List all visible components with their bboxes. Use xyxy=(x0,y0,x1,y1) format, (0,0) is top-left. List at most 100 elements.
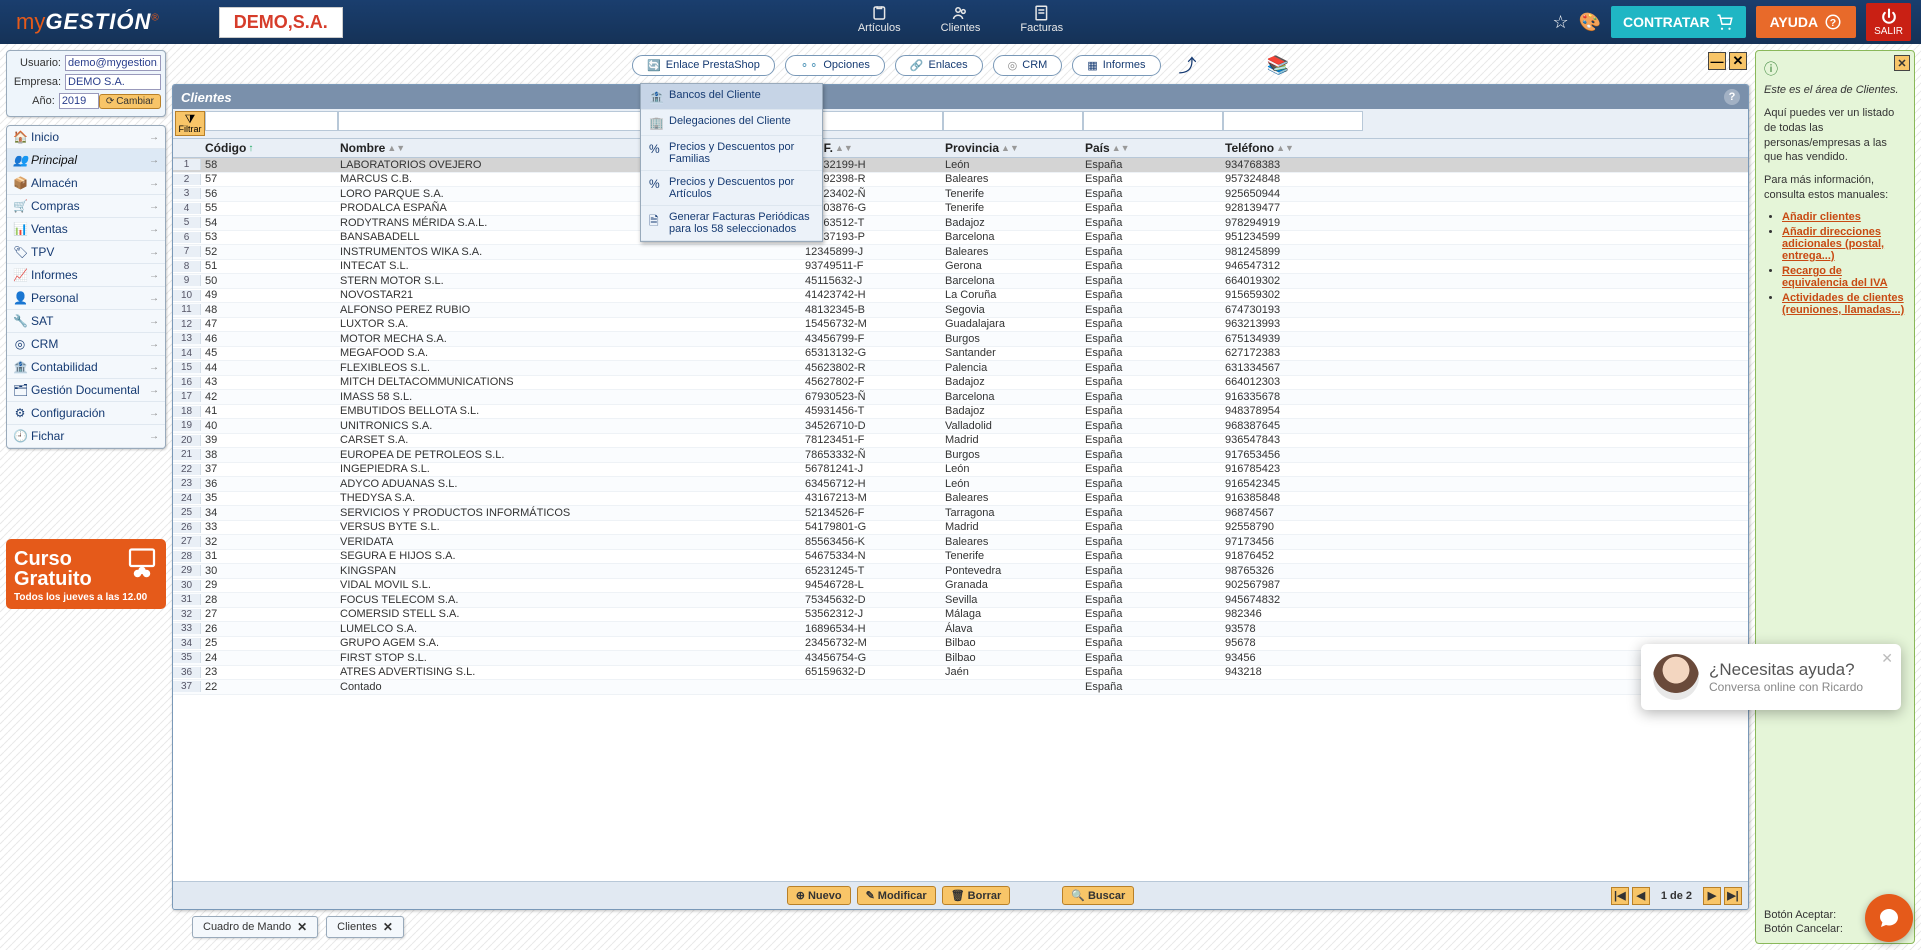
tb-opciones[interactable]: ⚬⚬Opciones xyxy=(785,55,885,76)
palette-icon[interactable]: 🎨 xyxy=(1579,12,1601,33)
help-button[interactable]: AYUDA? xyxy=(1756,6,1857,38)
sidebar-item-informes[interactable]: 📈Informes→ xyxy=(7,264,165,287)
user-label: Usuario: xyxy=(11,57,61,69)
sidebar-item-configuración[interactable]: ⚙Configuración→ xyxy=(7,402,165,425)
close-icon[interactable]: ✕ xyxy=(383,920,393,934)
star-icon[interactable]: ☆ xyxy=(1552,12,1568,33)
filter-codigo[interactable] xyxy=(205,111,338,131)
filter-telefono[interactable] xyxy=(1223,111,1363,131)
topnav-clientes[interactable]: Clientes xyxy=(941,4,981,34)
sidebar-item-almacén[interactable]: 📦Almacén→ xyxy=(7,172,165,195)
sidebar-item-gestión-documental[interactable]: 🗂Gestión Documental→ xyxy=(7,379,165,402)
top-bar: myGESTIÓN® DEMO,S.A. Artículos Clientes … xyxy=(0,0,1921,44)
avatar xyxy=(1653,654,1699,700)
topnav-facturas[interactable]: Facturas xyxy=(1020,4,1063,34)
topnav-articulos[interactable]: Artículos xyxy=(858,4,901,34)
nav-icon: 🗂 xyxy=(13,383,27,397)
tab-clientes[interactable]: Clientes✕ xyxy=(326,916,404,938)
nuevo-button[interactable]: ⊕Nuevo xyxy=(787,886,851,905)
borrar-button[interactable]: 🗑Borrar xyxy=(942,886,1011,905)
nav-icon: 👤 xyxy=(13,291,27,305)
help-intro: Este es el área de Clientes. xyxy=(1764,83,1906,98)
minimize-button[interactable]: — xyxy=(1708,52,1726,70)
help-link[interactable]: Añadir clientes xyxy=(1782,211,1861,223)
col-telefono[interactable]: Teléfono ▲▼ xyxy=(1221,139,1361,157)
chevron-right-icon: → xyxy=(149,247,159,258)
help-link[interactable]: Recargo de equivalencia del IVA xyxy=(1782,265,1888,289)
help-p2: Para más información, consulta estos man… xyxy=(1764,173,1906,203)
books-icon[interactable]: 📚 xyxy=(1267,55,1289,76)
filter-pais[interactable] xyxy=(1083,111,1223,131)
help-close-button[interactable]: ✕ xyxy=(1894,55,1910,71)
modificar-button[interactable]: ✎Modificar xyxy=(857,886,936,905)
year-input[interactable] xyxy=(59,93,99,109)
sidebar-item-tpv[interactable]: 🏷TPV→ xyxy=(7,241,165,264)
chat-close-icon[interactable]: ✕ xyxy=(1881,650,1893,667)
close-icon[interactable]: ✕ xyxy=(297,920,307,934)
sidebar-item-compras[interactable]: 🛒Compras→ xyxy=(7,195,165,218)
close-button[interactable]: ✕ xyxy=(1729,52,1747,70)
dropdown-item[interactable]: %Precios y Descuentos por Artículos xyxy=(641,171,822,206)
nav-icon: 🔧 xyxy=(13,314,27,328)
sidebar-item-fichar[interactable]: 🕘Fichar→ xyxy=(7,425,165,448)
dropdown-item[interactable]: 🗎Generar Facturas Periódicas para los 58… xyxy=(641,206,822,241)
year-label: Año: xyxy=(11,95,55,107)
user-input[interactable] xyxy=(65,55,161,71)
tb-informes[interactable]: ▦Informes xyxy=(1072,55,1160,76)
demo-badge: DEMO,S.A. xyxy=(219,7,343,38)
page-last[interactable]: ▶| xyxy=(1724,887,1742,905)
nav-icon: 📈 xyxy=(13,268,27,282)
grid-help-icon[interactable]: ? xyxy=(1724,89,1740,105)
grid-title: Clientes xyxy=(181,90,232,105)
change-button[interactable]: ⟳Cambiar xyxy=(99,94,161,109)
help-link[interactable]: Actividades de clientes (reuniones, llam… xyxy=(1782,292,1904,316)
grid-footer: ⊕Nuevo ✎Modificar 🗑Borrar 🔍Buscar |◀ ◀ 1… xyxy=(173,881,1748,909)
window-controls: — ✕ xyxy=(1708,52,1747,70)
sidebar-item-inicio[interactable]: 🏠Inicio→ xyxy=(7,126,165,149)
help-link[interactable]: Añadir direcciones adicionales (postal, … xyxy=(1782,226,1884,262)
chat-widget[interactable]: ✕ ¿Necesitas ayuda? Conversa online con … xyxy=(1641,644,1901,710)
page-next[interactable]: ▶ xyxy=(1703,887,1721,905)
company-input[interactable] xyxy=(65,74,161,90)
filter-button[interactable]: ⧩Filtrar xyxy=(175,111,205,136)
tb-enlaces[interactable]: 🔗Enlaces xyxy=(895,55,983,76)
grid-body[interactable]: 158LABORATORIOS OVEJERO65732199-HLeónEsp… xyxy=(173,158,1748,881)
tb-prestashop[interactable]: 🔄Enlace PrestaShop xyxy=(632,55,775,76)
dropdown-item[interactable]: 🏢Delegaciones del Cliente xyxy=(641,110,822,136)
curso-banner[interactable]: Curso Gratuito Todos los jueves a las 12… xyxy=(6,539,166,609)
exit-button[interactable]: SALIR xyxy=(1866,3,1911,41)
sidebar-item-ventas[interactable]: 📊Ventas→ xyxy=(7,218,165,241)
chevron-right-icon: → xyxy=(149,385,159,396)
sidebar-item-principal[interactable]: 👥Principal→ xyxy=(7,149,165,172)
grid-title-bar: Clientes ? xyxy=(173,85,1748,109)
filter-row: ⧩Filtrar xyxy=(173,109,1748,139)
dropdown-item[interactable]: %Precios y Descuentos por Familias xyxy=(641,136,822,171)
filter-provincia[interactable] xyxy=(943,111,1083,131)
clients-grid-window: Clientes ? ⧩Filtrar Código ↑ Nombre ▲▼ C… xyxy=(172,84,1749,910)
top-right: ☆ 🎨 CONTRATAR AYUDA? SALIR xyxy=(1552,3,1911,41)
company-label: Empresa: xyxy=(11,76,61,88)
opciones-dropdown: 🏦Bancos del Cliente🏢Delegaciones del Cli… xyxy=(640,83,823,242)
col-provincia[interactable]: Provincia ▲▼ xyxy=(941,139,1081,157)
hire-button[interactable]: CONTRATAR xyxy=(1611,6,1746,38)
chevron-right-icon: → xyxy=(149,178,159,189)
col-pais[interactable]: País ▲▼ xyxy=(1081,139,1221,157)
tab-cuadro-mando[interactable]: Cuadro de Mando✕ xyxy=(192,916,318,938)
chat-fab[interactable] xyxy=(1865,894,1913,942)
buscar-button[interactable]: 🔍Buscar xyxy=(1062,886,1134,905)
sidebar-item-contabilidad[interactable]: 🏦Contabilidad→ xyxy=(7,356,165,379)
sidebar-item-crm[interactable]: ◎CRM→ xyxy=(7,333,165,356)
col-codigo[interactable]: Código ↑ xyxy=(201,139,336,157)
sidebar-item-personal[interactable]: 👤Personal→ xyxy=(7,287,165,310)
left-column: Usuario: Empresa: Año: ⟳Cambiar 🏠Inicio→👥… xyxy=(6,50,166,944)
sidebar-item-sat[interactable]: 🔧SAT→ xyxy=(7,310,165,333)
chevron-right-icon: → xyxy=(149,316,159,327)
nav-icon: 🏠 xyxy=(13,130,27,144)
table-row[interactable]: 3722ContadoEspaña xyxy=(173,680,1748,695)
tb-crm[interactable]: ◎CRM xyxy=(993,55,1063,76)
page-prev[interactable]: ◀ xyxy=(1632,887,1650,905)
dropdown-item[interactable]: 🏦Bancos del Cliente xyxy=(641,84,822,110)
page-first[interactable]: |◀ xyxy=(1611,887,1629,905)
people-icon xyxy=(124,545,160,581)
share-icon[interactable]: ⤴ xyxy=(1179,52,1197,78)
